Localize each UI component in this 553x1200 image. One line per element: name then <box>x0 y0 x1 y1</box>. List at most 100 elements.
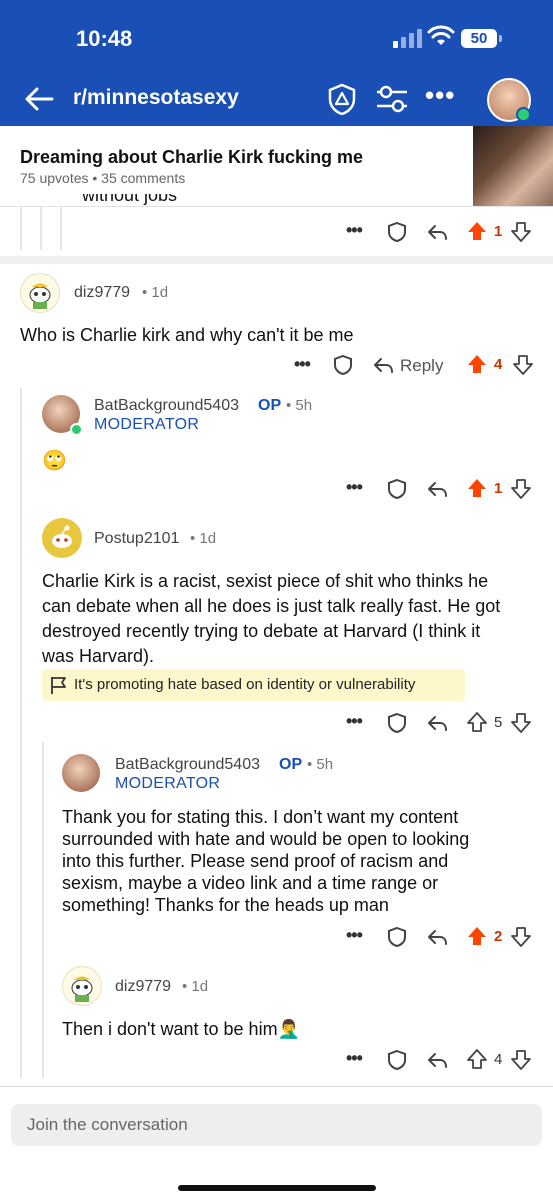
snoo-avatar-icon <box>71 976 93 1002</box>
comment-age: • 5h <box>286 397 313 414</box>
comment-age: • 1d <box>142 284 169 301</box>
thread-line <box>20 206 22 250</box>
reply-icon[interactable] <box>426 478 448 500</box>
comment-line: something! Thanks for the heads up man <box>62 895 389 915</box>
op-badge: OP <box>258 397 282 414</box>
downvote-icon[interactable] <box>510 221 532 243</box>
default-snoo-icon <box>52 525 72 548</box>
comment-actions: ••• 4 <box>346 1048 536 1072</box>
downvote-icon[interactable] <box>510 1049 532 1071</box>
award-icon[interactable] <box>332 354 354 376</box>
sort-filter-icon[interactable] <box>375 84 409 114</box>
snoo-avatar-icon <box>29 283 51 309</box>
avatar[interactable] <box>42 518 82 558</box>
reply-icon[interactable] <box>426 221 448 243</box>
post-thumbnail[interactable] <box>473 126 553 206</box>
downvote-icon[interactable] <box>510 926 532 948</box>
comment-actions: ••• Reply 4 <box>294 352 539 378</box>
battery-tip <box>499 35 502 42</box>
comment-actions: ••• 2 <box>346 925 536 949</box>
app-header: 10:48 50 r/minnesotasexy ••• <box>0 0 553 126</box>
comment-composer-input[interactable]: Join the conversation <box>11 1104 542 1146</box>
subreddit-name[interactable]: r/minnesotasexy <box>73 86 239 110</box>
comment-line: into this further. Please send proof of … <box>62 851 449 871</box>
more-icon[interactable]: ••• <box>294 354 311 375</box>
comment-line: destroyed recently trying to debate at H… <box>42 621 481 641</box>
thread-line <box>20 388 22 1078</box>
award-icon[interactable] <box>386 926 408 948</box>
online-status-dot <box>70 423 83 436</box>
comment-username[interactable]: diz9779 <box>74 284 130 302</box>
comment-text: Then i don't want to be him🤦‍♂️ <box>62 1019 300 1039</box>
avatar[interactable] <box>20 273 60 313</box>
award-icon[interactable] <box>386 221 408 243</box>
downvote-icon[interactable] <box>512 354 534 376</box>
downvote-icon[interactable] <box>510 478 532 500</box>
more-icon[interactable]: ••• <box>346 711 363 732</box>
comment-username[interactable]: Postup2101 <box>94 530 179 548</box>
avatar[interactable] <box>62 966 102 1006</box>
more-icon[interactable]: ••• <box>346 220 363 241</box>
comment-line: can debate when all he does is just talk… <box>42 596 501 616</box>
home-indicator[interactable] <box>178 1185 376 1191</box>
downvote-icon[interactable] <box>510 712 532 734</box>
reply-icon[interactable] <box>372 354 394 376</box>
vote-count: 1 <box>494 223 503 240</box>
op-badge: OP <box>279 756 303 773</box>
vote-count: 5 <box>494 714 503 731</box>
comment-line: Charlie Kirk is a racist, sexist piece o… <box>42 571 489 591</box>
reply-icon[interactable] <box>426 712 448 734</box>
mod-shield-icon[interactable] <box>325 82 359 116</box>
composer-placeholder: Join the conversation <box>27 1115 188 1134</box>
comment-username[interactable]: BatBackground5403 <box>115 756 260 774</box>
comment-emoji: 🙄 <box>42 450 67 472</box>
comment-text: Thank you for stating this. I don’t want… <box>62 806 542 916</box>
comment-username[interactable]: BatBackground5403 <box>94 397 239 415</box>
composer-divider <box>0 1086 553 1087</box>
comment-line: surrounded with hate and would be open t… <box>62 829 470 849</box>
comment-actions: ••• 5 <box>346 711 536 735</box>
back-arrow-icon[interactable] <box>22 82 56 116</box>
divider <box>0 256 553 264</box>
avatar[interactable] <box>62 754 100 792</box>
comment-actions: ••• 1 <box>346 477 536 501</box>
upvote-icon[interactable] <box>466 220 488 242</box>
report-reason-banner: It's promoting hate based on identity or… <box>42 669 465 701</box>
upvote-icon[interactable] <box>466 477 488 499</box>
online-status-dot <box>516 107 531 122</box>
vote-count: 1 <box>494 480 503 497</box>
award-icon[interactable] <box>386 712 408 734</box>
reply-button[interactable]: Reply <box>400 356 443 376</box>
comment-text-cutoff: without jobs <box>82 194 178 205</box>
post-title[interactable]: Dreaming about Charlie Kirk fucking me <box>20 147 363 168</box>
thread-line <box>42 742 44 1078</box>
thread-line <box>60 206 62 250</box>
comment-age: • 1d <box>182 978 209 995</box>
award-icon[interactable] <box>386 1049 408 1071</box>
wifi-icon <box>427 25 455 45</box>
upvote-icon[interactable] <box>466 1048 488 1070</box>
comment-line: was Harvard). <box>42 646 155 666</box>
thread-line <box>40 206 42 250</box>
comment-username[interactable]: diz9779 <box>115 978 171 996</box>
reply-icon[interactable] <box>426 926 448 948</box>
vote-count: 4 <box>494 1051 503 1068</box>
more-icon[interactable]: ••• <box>346 477 363 498</box>
vote-count: 4 <box>494 356 503 373</box>
more-icon[interactable]: ••• <box>346 925 363 946</box>
award-icon[interactable] <box>386 478 408 500</box>
status-time: 10:48 <box>76 26 133 51</box>
comment-age: • 1d <box>190 530 217 547</box>
comment-text: Who is Charlie kirk and why can't it be … <box>20 325 354 345</box>
vote-count: 2 <box>494 928 503 945</box>
post-meta: 75 upvotes • 35 comments <box>20 170 186 186</box>
reply-icon[interactable] <box>426 1049 448 1071</box>
upvote-icon[interactable] <box>466 925 488 947</box>
comment-line: sexism, maybe a video link and a time ra… <box>62 873 439 893</box>
upvote-icon[interactable] <box>466 353 488 375</box>
more-icon[interactable]: ••• <box>346 1048 363 1069</box>
comment-age: • 5h <box>307 756 334 773</box>
comment-actions: ••• 1 <box>346 220 536 244</box>
upvote-icon[interactable] <box>466 711 488 733</box>
more-options-icon[interactable]: ••• <box>425 80 455 111</box>
